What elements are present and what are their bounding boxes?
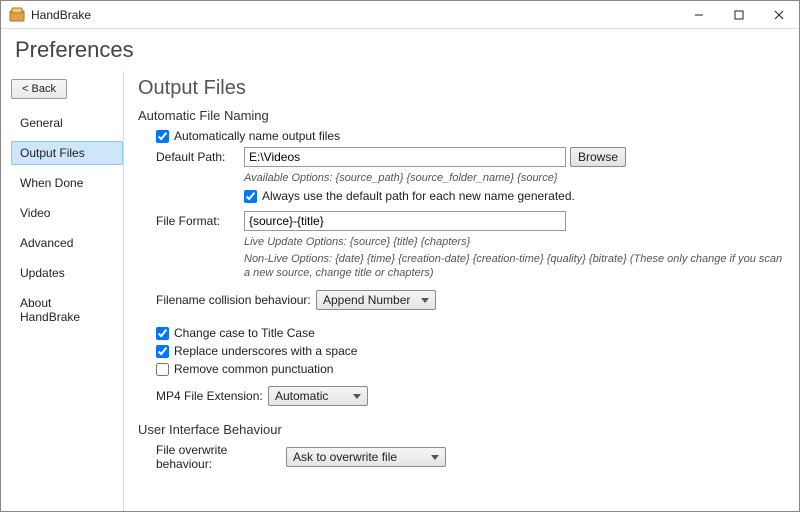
- sidebar-item-general[interactable]: General: [11, 111, 123, 135]
- mp4-ext-select[interactable]: Automatic: [268, 386, 368, 406]
- auto-name-label: Automatically name output files: [174, 129, 340, 143]
- file-format-label: File Format:: [156, 214, 244, 228]
- sidebar-item-when-done[interactable]: When Done: [11, 171, 123, 195]
- default-path-hint: Available Options: {source_path} {source…: [244, 171, 787, 185]
- maximize-button[interactable]: [719, 1, 759, 29]
- collision-select[interactable]: Append Number: [316, 290, 436, 310]
- replace-underscores-checkbox[interactable]: [156, 345, 169, 358]
- sidebar-item-video[interactable]: Video: [11, 201, 123, 225]
- default-path-label: Default Path:: [156, 150, 244, 164]
- auto-name-checkbox-row: Automatically name output files: [156, 129, 787, 143]
- minimize-button[interactable]: [679, 1, 719, 29]
- mp4-ext-label: MP4 File Extension:: [156, 389, 268, 403]
- file-format-hint1: Live Update Options: {source} {title} {c…: [244, 235, 787, 249]
- close-button[interactable]: [759, 1, 799, 29]
- default-path-input[interactable]: [244, 147, 566, 167]
- browse-button[interactable]: Browse: [570, 147, 626, 167]
- replace-underscores-label: Replace underscores with a space: [174, 344, 357, 358]
- back-button[interactable]: < Back: [11, 79, 67, 99]
- titlebar: HandBrake: [1, 1, 799, 29]
- overwrite-label: File overwrite behaviour:: [156, 443, 286, 471]
- file-format-input[interactable]: [244, 211, 566, 231]
- sidebar-item-advanced[interactable]: Advanced: [11, 231, 123, 255]
- group-ui-behaviour: User Interface Behaviour: [138, 422, 787, 437]
- window-title: HandBrake: [31, 8, 679, 22]
- always-default-label: Always use the default path for each new…: [262, 189, 575, 203]
- section-title: Output Files: [138, 77, 787, 100]
- overwrite-select[interactable]: Ask to overwrite file: [286, 447, 446, 467]
- title-case-checkbox[interactable]: [156, 327, 169, 340]
- collision-label: Filename collision behaviour:: [156, 293, 316, 307]
- file-format-hint2: Non-Live Options: {date} {time} {creatio…: [244, 252, 787, 281]
- sidebar-item-updates[interactable]: Updates: [11, 261, 123, 285]
- app-icon: [9, 7, 25, 23]
- remove-punct-label: Remove common punctuation: [174, 362, 333, 376]
- page-title: Preferences: [1, 29, 799, 71]
- remove-punct-checkbox[interactable]: [156, 363, 169, 376]
- content-pane: Output Files Automatic File Naming Autom…: [130, 71, 799, 511]
- always-default-checkbox[interactable]: [244, 190, 257, 203]
- sidebar-item-output-files[interactable]: Output Files: [11, 141, 123, 165]
- title-case-label: Change case to Title Case: [174, 326, 315, 340]
- auto-name-checkbox[interactable]: [156, 130, 169, 143]
- sidebar-divider: [123, 71, 124, 511]
- sidebar-item-about[interactable]: About HandBrake: [11, 291, 123, 329]
- sidebar: < Back General Output Files When Done Vi…: [1, 71, 123, 511]
- group-automatic-naming: Automatic File Naming: [138, 108, 787, 123]
